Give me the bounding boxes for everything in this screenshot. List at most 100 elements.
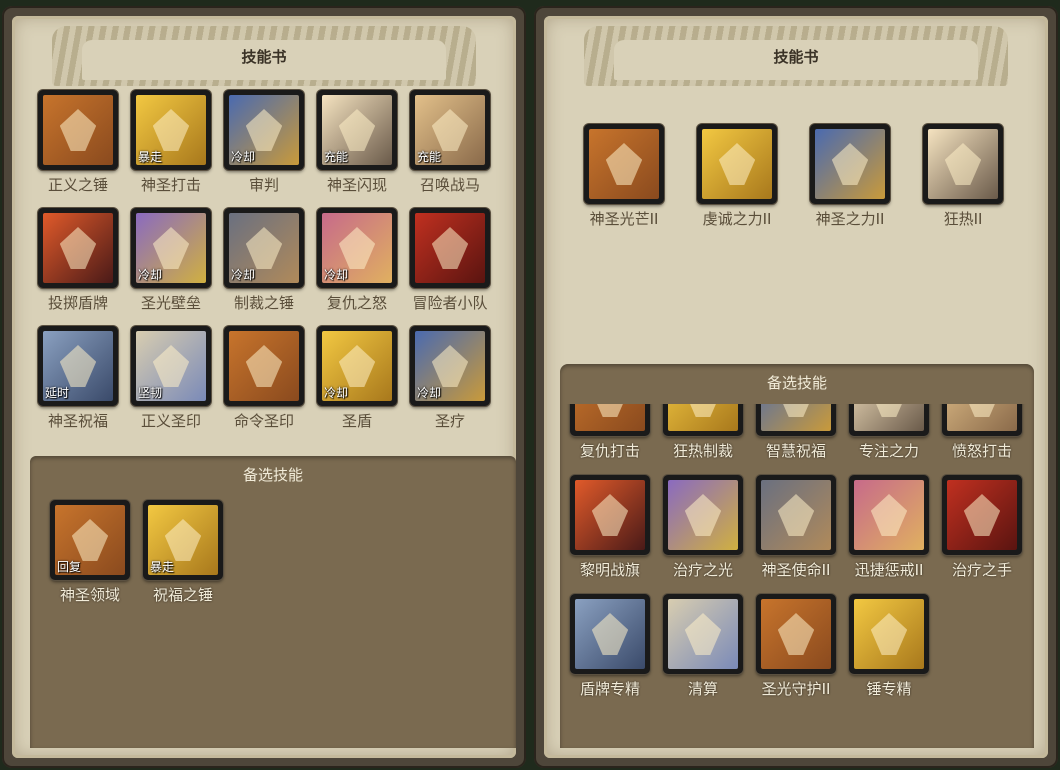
skill-icon-art [575, 599, 645, 669]
skill-slot[interactable]: 神圣使命II [754, 475, 842, 593]
skill-slot[interactable]: 愤怒打击 [940, 404, 1028, 474]
skill-name: 圣光壁垒 [140, 294, 201, 312]
skill-slot[interactable]: 正义之锤 [36, 90, 124, 208]
wrathful-strike-icon[interactable] [942, 404, 1022, 436]
skill-slot[interactable]: 锤专精 [847, 594, 935, 712]
holy-bulwark-icon[interactable]: 冷却 [131, 208, 211, 288]
skill-slot[interactable]: 专注之力 [847, 404, 935, 474]
crusader-strike-icon[interactable]: 暴走 [131, 90, 211, 170]
skill-name: 狂热制裁 [672, 442, 733, 460]
lay-on-hands-icon[interactable]: 冷却 [410, 326, 490, 406]
shield-throw-icon[interactable] [38, 208, 118, 288]
skill-icon-art [761, 480, 831, 550]
reserve-skills-title: 备选技能 [766, 374, 827, 392]
hammer-of-sanction-icon[interactable]: 冷却 [224, 208, 304, 288]
skill-name: 专注之力 [858, 442, 919, 460]
holy-might-icon[interactable] [810, 124, 890, 204]
skill-slot[interactable]: 盾牌专精 [568, 594, 656, 712]
skill-slot[interactable]: 冷却 审判 [222, 90, 310, 208]
healing-light-icon[interactable] [663, 475, 743, 555]
holy-flash-icon[interactable]: 充能 [317, 90, 397, 170]
skill-slot[interactable]: 回复 神圣领域 [48, 500, 136, 618]
skill-icon-art [854, 404, 924, 431]
skill-slot[interactable]: 暴走 祝福之锤 [141, 500, 229, 618]
skill-slot[interactable]: 治疗之手 [940, 475, 1028, 593]
skill-slot[interactable]: 迅捷惩戒II [847, 475, 935, 593]
skill-slot[interactable]: 神圣之力II [808, 124, 896, 242]
vengeful-strike-icon[interactable] [570, 404, 650, 436]
skill-slot[interactable]: 治疗之光 [661, 475, 749, 593]
skill-icon-art [668, 599, 738, 669]
reckoning-icon[interactable] [663, 594, 743, 674]
skill-name: 神圣使命II [761, 561, 831, 579]
holy-guardian-icon[interactable] [756, 594, 836, 674]
dawn-banner-icon[interactable] [570, 475, 650, 555]
skill-name: 治疗之手 [951, 561, 1012, 579]
skill-slot[interactable]: 神圣光芒II [582, 124, 670, 242]
skill-slot[interactable]: 清算 [661, 594, 749, 712]
hammer-of-justice-icon[interactable] [38, 90, 118, 170]
zeal-icon[interactable] [923, 124, 1003, 204]
skill-slot[interactable]: 复仇打击 [568, 404, 656, 474]
reserve-scroll-area[interactable]: 复仇打击 狂热制裁 智慧祝福 专注之力 愤怒打击黎明战旗 治疗之光 神圣使命II 迅捷惩戒II… [560, 404, 1034, 748]
seal-of-command-icon[interactable] [224, 326, 304, 406]
skill-book-left-page: 技能书 正义之锤 暴走 神圣打击 冷却 审判 充能 神圣闪现 充能 召唤战马 投掷盾牌 冷却 圣光壁垒… [12, 16, 516, 758]
skill-icon-art [947, 480, 1017, 550]
skill-slot[interactable]: 黎明战旗 [568, 475, 656, 593]
skill-icon-art [575, 404, 645, 431]
divine-shield-icon[interactable]: 冷却 [317, 326, 397, 406]
judgment-icon[interactable]: 冷却 [224, 90, 304, 170]
swift-retribution-icon[interactable] [849, 475, 929, 555]
holy-mission-icon[interactable] [756, 475, 836, 555]
skill-slot[interactable]: 冷却 圣盾 [315, 326, 403, 444]
skill-name: 神圣打击 [140, 176, 201, 194]
skill-state-badge: 坚韧 [138, 386, 163, 400]
skill-slot[interactable]: 冷却 圣疗 [408, 326, 496, 444]
holy-radiance-icon[interactable] [584, 124, 664, 204]
skill-slot[interactable]: 命令圣印 [222, 326, 310, 444]
skill-name: 命令圣印 [233, 412, 294, 430]
skill-icon-art [43, 213, 113, 283]
skill-slot[interactable]: 虔诚之力II [695, 124, 783, 242]
divine-blessing-icon[interactable]: 延时 [38, 326, 118, 406]
skill-slot[interactable]: 冷却 复仇之怒 [315, 208, 403, 326]
skill-name: 虔诚之力II [702, 210, 772, 228]
shield-mastery-icon[interactable] [570, 594, 650, 674]
seal-of-righteousness-icon[interactable]: 坚韧 [131, 326, 211, 406]
concentration-icon[interactable] [849, 404, 929, 436]
devotion-aura-icon[interactable] [697, 124, 777, 204]
skill-slot[interactable]: 延时 神圣祝福 [36, 326, 124, 444]
skill-slot[interactable]: 冷却 圣光壁垒 [129, 208, 217, 326]
healing-hand-icon[interactable] [942, 475, 1022, 555]
skill-slot[interactable]: 充能 召唤战马 [408, 90, 496, 208]
holy-domain-icon[interactable]: 回复 [50, 500, 130, 580]
reserve-skill-grid: 回复 神圣领域 暴走 祝福之锤 [48, 500, 508, 740]
skill-icon-art [589, 129, 659, 199]
skill-slot[interactable]: 暴走 神圣打击 [129, 90, 217, 208]
skill-state-badge: 冷却 [231, 268, 256, 282]
skill-name: 正义之锤 [47, 176, 108, 194]
skill-icon-art [43, 95, 113, 165]
skill-slot[interactable]: 狂热制裁 [661, 404, 749, 474]
skill-slot[interactable]: 冒险者小队 [408, 208, 496, 326]
skill-state-badge: 暴走 [150, 560, 175, 574]
skill-icon-art [854, 480, 924, 550]
hammer-mastery-icon[interactable] [849, 594, 929, 674]
skill-slot[interactable]: 坚韧 正义圣印 [129, 326, 217, 444]
skill-slot[interactable]: 圣光守护II [754, 594, 842, 712]
summon-warhorse-icon[interactable]: 充能 [410, 90, 490, 170]
skill-name: 锤专精 [866, 680, 912, 698]
equipped-skill-grid: 正义之锤 暴走 神圣打击 冷却 审判 充能 神圣闪现 充能 召唤战马 投掷盾牌 冷却 圣光壁垒 冷却 制裁… [36, 90, 506, 450]
zealous-sanction-icon[interactable] [663, 404, 743, 436]
skill-slot[interactable]: 狂热II [921, 124, 1009, 242]
skill-slot[interactable]: 投掷盾牌 [36, 208, 124, 326]
skill-slot[interactable]: 智慧祝福 [754, 404, 842, 474]
skill-state-badge: 冷却 [324, 268, 349, 282]
skill-slot[interactable]: 充能 神圣闪现 [315, 90, 403, 208]
blessing-of-wisdom-icon[interactable] [756, 404, 836, 436]
avenging-wrath-icon[interactable]: 冷却 [317, 208, 397, 288]
blessed-hammer-icon[interactable]: 暴走 [143, 500, 223, 580]
skill-slot[interactable]: 冷却 制裁之锤 [222, 208, 310, 326]
skill-name: 盾牌专精 [579, 680, 640, 698]
adventurer-party-icon[interactable] [410, 208, 490, 288]
